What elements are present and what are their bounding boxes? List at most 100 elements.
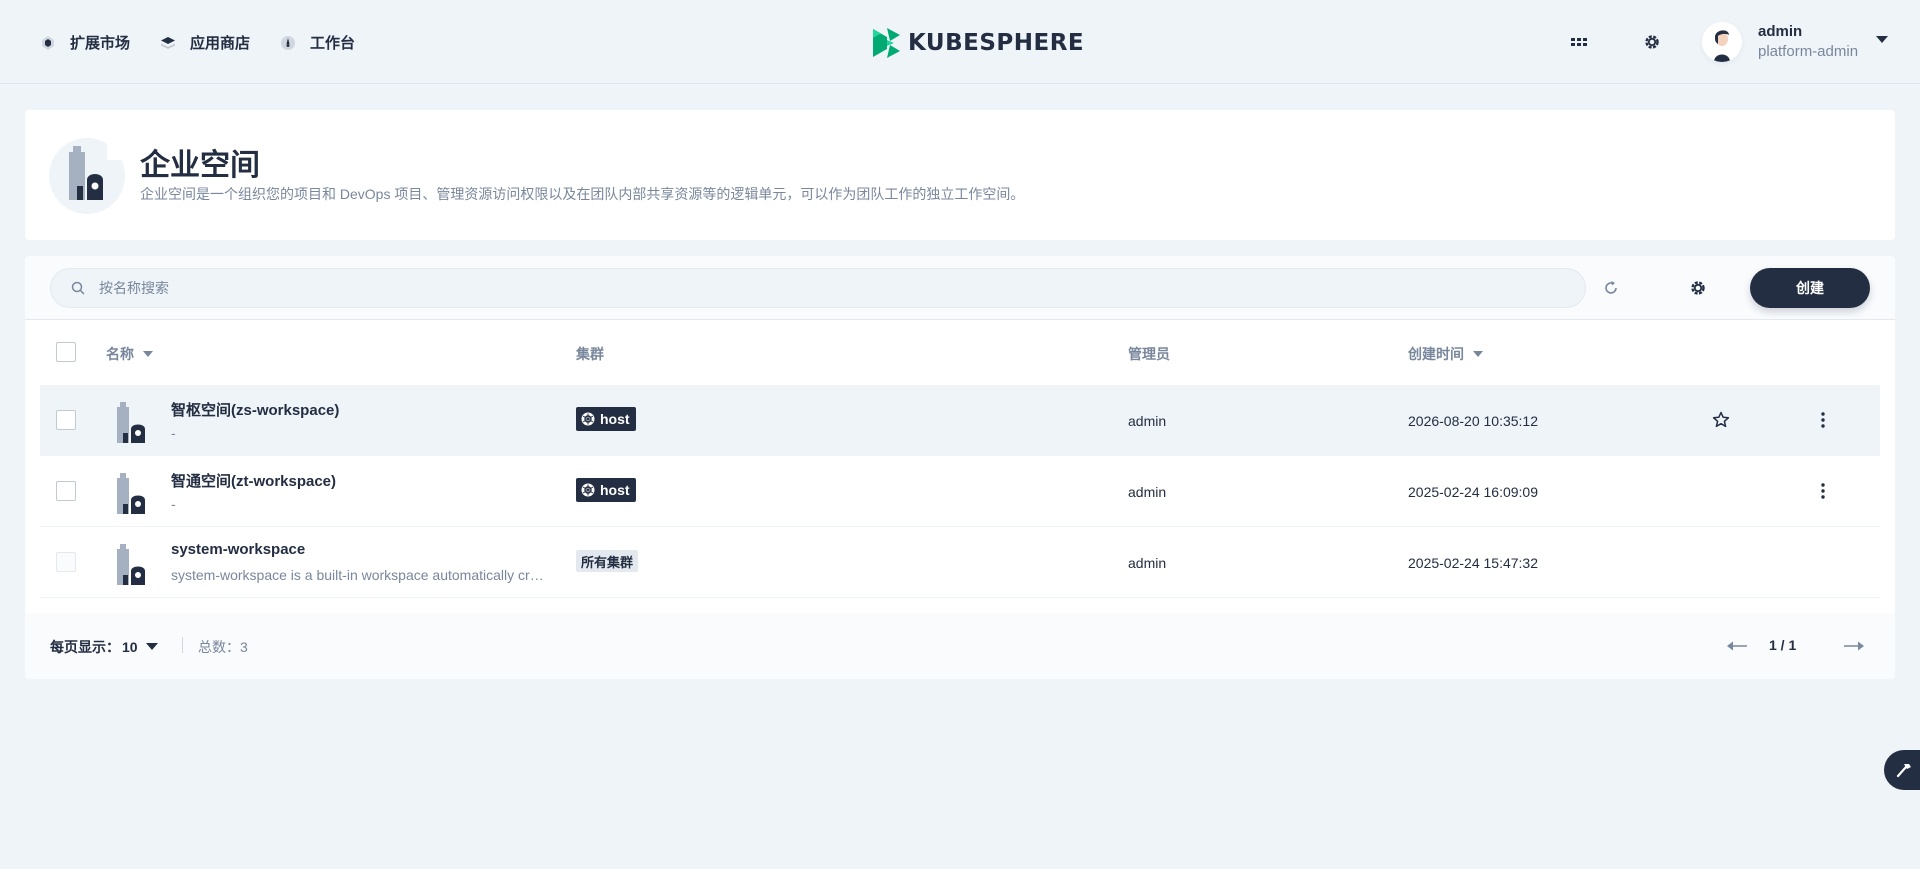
row-checkbox[interactable] [56,481,76,501]
workspace-name[interactable]: 智通空间(zt-workspace) [171,470,336,491]
workspace-name[interactable]: system-workspace [171,541,305,558]
workspace-name[interactable]: 智枢空间(zs-workspace) [171,399,339,420]
table-settings-button[interactable] [1688,278,1708,298]
page-size-value: 10 [122,639,138,655]
favorite-button[interactable] [1710,409,1732,431]
table-row[interactable]: 智通空间(zt-workspace) - host admin 2025-02-… [40,456,1880,527]
total-count: 总数：3 [198,637,248,657]
row-more-button[interactable] [1812,409,1834,431]
cluster-tag: 所有集群 [576,550,639,572]
workspace-icon [117,544,145,585]
total-value: 3 [240,639,248,655]
page-banner: 企业空间 企业空间是一个组织您的项目和 DevOps 项目、管理资源访问权限以及… [25,110,1895,240]
nav-workbench[interactable]: 工作台 [280,32,355,53]
page-description: 企业空间是一个组织您的项目和 DevOps 项目、管理资源访问权限以及在团队内部… [140,186,1025,202]
cluster-tag: host [576,478,636,502]
arrow-left-icon [1727,641,1747,651]
nav-workbench-label: 工作台 [310,35,356,52]
gear-icon [1645,35,1659,49]
sort-caret-icon [1473,351,1483,357]
search-icon [71,281,85,295]
column-name-header[interactable]: 名称 [106,344,154,364]
kubernetes-icon [581,412,595,426]
user-role: platform-admin [1758,43,1859,60]
total-label: 总数： [198,639,240,655]
row-checkbox [56,552,76,572]
row-more-button[interactable] [1812,480,1834,502]
workspace-manager: admin [1128,484,1167,500]
create-button[interactable]: 创建 [1750,268,1870,308]
workspace-created-time: 2026-08-20 10:35:12 [1408,413,1538,429]
workspace-created-time: 2025-02-24 15:47:32 [1408,555,1538,571]
page-size-label: 每页显示： [50,639,120,655]
page-title: 企业空间 [140,149,260,182]
workspace-description: - [171,425,176,441]
platform-settings-button[interactable] [1641,31,1663,53]
top-header: 扩展市场 应用商店 工作台 KUBESPHERE admin platform-… [0,0,1920,84]
nav-extension-market[interactable]: 扩展市场 [40,32,130,53]
cluster-tag-label: host [600,411,630,427]
table-footer: 每页显示： 10 总数：3 1 / 1 [25,613,1895,679]
column-created-header[interactable]: 创建时间 [1408,344,1484,364]
table-row[interactable]: system-workspace system-workspace is a b… [40,527,1880,598]
brand-name: KUBESPHERE [908,30,1085,56]
refresh-icon [1605,281,1617,294]
page-size-select[interactable]: 每页显示： 10 [50,637,158,657]
sort-caret-icon [143,351,153,357]
star-icon [1712,411,1730,428]
workspace-description: - [171,496,176,512]
footer-divider [182,637,183,653]
search-box[interactable] [50,268,1586,308]
workspace-icon [117,402,145,443]
table-row[interactable]: 智枢空间(zs-workspace) - host admin 2026-08-… [40,385,1880,456]
workspace-description: system-workspace is a built-in workspace… [171,567,551,583]
nav-app-store[interactable]: 应用商店 [160,32,250,53]
column-manager-label: 管理员 [1128,346,1170,362]
cluster-tag: host [576,407,636,431]
column-cluster-label: 集群 [576,346,604,362]
user-info: admin platform-admin [1758,22,1858,62]
workspace-table-card: 创建 名称 集群 管理员 创建时间 智枢空间(zs-workspace) - [25,256,1895,679]
kubesphere-logo-icon [873,28,900,58]
cluster-tag-label: 所有集群 [581,554,634,570]
extension-market-icon [42,35,54,50]
workspace-manager: admin [1128,413,1167,429]
apps-grid-button[interactable] [1568,31,1590,53]
user-menu[interactable]: admin platform-admin [1702,22,1889,62]
more-vertical-icon [1821,483,1825,499]
refresh-button[interactable] [1601,278,1621,298]
workspace-manager: admin [1128,555,1167,571]
workbench-icon [281,35,296,50]
workspace-banner-icon-wrap [49,138,129,214]
column-name-label: 名称 [106,346,134,362]
user-name: admin [1758,23,1803,40]
next-page-button[interactable] [1842,637,1866,655]
page-indicator: 1 / 1 [1769,637,1797,653]
apps-grid-icon [1571,38,1587,46]
prev-page-button[interactable] [1725,637,1749,655]
chevron-down-icon [1876,36,1889,43]
toolbox-button[interactable] [1884,750,1920,790]
cluster-tag-label: host [600,482,630,498]
table-header: 名称 集群 管理员 创建时间 [40,320,1880,385]
hammer-icon [1896,764,1911,778]
column-created-label: 创建时间 [1408,346,1464,362]
arrow-right-icon [1844,641,1864,651]
user-avatar-icon [1702,22,1742,62]
chevron-down-icon [145,643,158,650]
column-cluster-header: 集群 [576,344,604,364]
column-manager-header: 管理员 [1128,344,1170,364]
select-all-checkbox[interactable] [56,342,76,362]
row-checkbox[interactable] [56,410,76,430]
app-store-icon [161,36,176,49]
workspace-created-time: 2025-02-24 16:09:09 [1408,484,1538,500]
workspace-icon [117,473,145,514]
nav-extension-market-label: 扩展市场 [70,35,131,52]
kubesphere-logo[interactable]: KUBESPHERE [870,26,1084,60]
nav-app-store-label: 应用商店 [190,35,251,52]
avatar [1702,22,1742,62]
table-toolbar: 创建 [25,256,1895,320]
search-input[interactable] [99,280,1499,296]
top-nav: 扩展市场 应用商店 工作台 [40,32,385,53]
more-vertical-icon [1821,412,1825,428]
